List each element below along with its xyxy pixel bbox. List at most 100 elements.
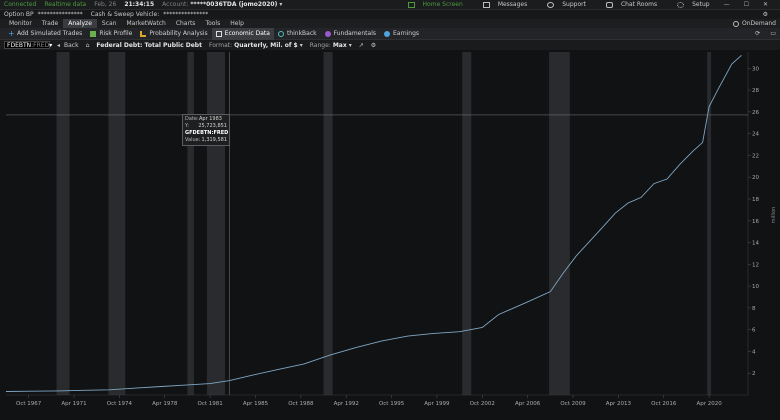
symbol-value: FDEBTN bbox=[7, 41, 32, 49]
series-title-text: Federal Debt: Total Public Debt bbox=[96, 41, 202, 49]
range-value: Max bbox=[332, 41, 347, 49]
ondemand-icon bbox=[733, 20, 740, 27]
messages-button[interactable]: Messages bbox=[482, 1, 535, 8]
home-icon: ⌂ bbox=[85, 41, 90, 49]
support-button[interactable]: Support bbox=[547, 1, 594, 8]
subtab-earnings[interactable]: Earnings bbox=[380, 28, 423, 40]
back-arrow-icon: ◂ bbox=[57, 41, 61, 49]
fundamentals-icon bbox=[324, 30, 331, 37]
subtab-label: Add Simulated Trades bbox=[17, 30, 83, 37]
home-screen-icon bbox=[407, 1, 415, 8]
data-tooltip: Date: Apr 1983 Y: 25,723,851 GFDEBTN:FRED … bbox=[182, 114, 230, 146]
subtab-economic-data[interactable]: Economic Data bbox=[211, 27, 274, 40]
subtab-label: thinkBack bbox=[286, 30, 317, 37]
x-tick-label: Oct 2009 bbox=[560, 401, 586, 407]
close-icon[interactable]: ✕ bbox=[763, 1, 768, 8]
format-dropdown-icon: ▾ bbox=[299, 41, 303, 49]
chat-rooms-label: Chat Rooms bbox=[620, 1, 658, 8]
range-label: Range: bbox=[309, 41, 331, 49]
y-tick-label: 4 bbox=[752, 349, 756, 355]
x-tick-label: Oct 1988 bbox=[288, 401, 314, 407]
subtab-label: Earnings bbox=[393, 30, 420, 37]
recession-band bbox=[108, 52, 126, 395]
status-date: Feb, 26 bbox=[94, 1, 117, 8]
subtab-label: Fundamentals bbox=[333, 30, 376, 37]
tooltip-date-label: Date: bbox=[185, 116, 199, 122]
x-tick-label: Apr 2020 bbox=[696, 401, 722, 407]
y-tick-label: 28 bbox=[752, 88, 759, 94]
format-selector[interactable]: Format: Quarterly, Mil. of $ ▾ bbox=[209, 42, 303, 49]
recession-band bbox=[323, 52, 333, 395]
subtab-label: Risk Profile bbox=[99, 30, 133, 37]
account-label: Account: bbox=[162, 1, 189, 8]
symbol-suffix: :FRED bbox=[31, 41, 50, 49]
back-label: Back bbox=[64, 41, 79, 49]
bank-icon bbox=[215, 30, 222, 37]
home-screen-button[interactable]: Home Screen bbox=[407, 1, 471, 8]
subtab-risk-profile[interactable]: Risk Profile bbox=[86, 28, 136, 40]
range-selector[interactable]: Range: Max ▾ bbox=[310, 42, 352, 49]
subtab-label: Economic Data bbox=[224, 30, 270, 37]
share-button[interactable]: ↗ bbox=[359, 42, 364, 49]
y-tick-label: 16 bbox=[752, 219, 759, 225]
analyze-subtabs: + Add Simulated Trades Risk Profile Prob… bbox=[0, 27, 780, 40]
panel-icon[interactable]: ▭ bbox=[770, 30, 776, 37]
subtab-fundamentals[interactable]: Fundamentals bbox=[321, 28, 380, 40]
x-tick-label: Oct 1981 bbox=[197, 401, 222, 407]
subtab-add-simulated-trades[interactable]: + Add Simulated Trades bbox=[4, 28, 86, 40]
x-tick-label: Oct 2002 bbox=[470, 401, 495, 407]
symbol-input[interactable]: FDEBTN:FRED ▾ bbox=[4, 41, 52, 49]
x-tick-label: Apr 1992 bbox=[334, 401, 359, 407]
tooltip-value-label: Value: bbox=[185, 137, 201, 143]
risk-profile-icon bbox=[90, 30, 97, 37]
symbol-dropdown-icon[interactable]: ▾ bbox=[49, 42, 52, 49]
lightbulb-icon bbox=[384, 30, 390, 37]
x-tick-label: Apr 2006 bbox=[515, 401, 541, 407]
option-bp-value: *************** bbox=[37, 11, 83, 18]
minimize-icon[interactable]: — bbox=[724, 1, 730, 8]
home-button[interactable]: ⌂ bbox=[86, 42, 90, 49]
back-button[interactable]: ◂ Back bbox=[57, 42, 79, 49]
recession-band bbox=[549, 52, 570, 395]
subtab-thinkback[interactable]: thinkBack bbox=[274, 28, 321, 40]
account-bar: Option BP *************** Cash & Sweep V… bbox=[0, 10, 780, 19]
x-tick-label: Apr 1971 bbox=[61, 401, 86, 407]
refresh-icon[interactable]: ⟳ bbox=[755, 30, 760, 37]
home-screen-label: Home Screen bbox=[422, 1, 463, 8]
setup-gear-icon bbox=[677, 1, 685, 8]
chat-rooms-button[interactable]: Chat Rooms bbox=[605, 1, 665, 8]
tooltip-value-value: 1,319,581 bbox=[201, 137, 227, 143]
tooltip-y-value: 25,723,851 bbox=[198, 123, 227, 129]
ondemand-button[interactable]: OnDemand bbox=[733, 20, 776, 27]
connection-status: Connected bbox=[4, 1, 37, 8]
x-tick-label: Apr 1978 bbox=[152, 401, 178, 407]
series-title: Federal Debt: Total Public Debt bbox=[96, 42, 202, 49]
x-tick-label: Oct 2016 bbox=[651, 401, 677, 407]
account-settings-icon[interactable]: ⚙ bbox=[763, 11, 768, 18]
y-tick-label: 10 bbox=[752, 284, 759, 290]
tooltip-series-name: GFDEBTN:FRED bbox=[185, 130, 229, 136]
realtime-status: Realtime data bbox=[44, 1, 87, 8]
tooltip-y-label: Y: bbox=[185, 123, 190, 129]
ondemand-label: OnDemand bbox=[742, 20, 776, 27]
y-tick-label: 6 bbox=[752, 328, 756, 334]
x-tick-label: Apr 1985 bbox=[243, 401, 269, 407]
account-dropdown-icon[interactable]: ▾ bbox=[279, 1, 282, 8]
account-selector[interactable]: *****0036TDA (jomo2020) bbox=[190, 1, 277, 8]
y-tick-label: 30 bbox=[752, 66, 759, 72]
cash-value: *************** bbox=[163, 11, 209, 18]
chart-toolbar: FDEBTN:FRED ▾ ◂ Back ⌂ Federal Debt: Tot… bbox=[0, 40, 780, 50]
x-tick-label: Oct 1974 bbox=[107, 401, 133, 407]
chart-settings-button[interactable]: ⚙ bbox=[371, 42, 376, 49]
y-tick-label: 8 bbox=[752, 306, 756, 312]
format-label: Format: bbox=[208, 41, 233, 49]
chat-icon bbox=[605, 1, 613, 8]
maximize-icon[interactable]: ☐ bbox=[744, 1, 749, 8]
debt-chart[interactable]: Oct 1967 Apr 1971 Oct 1974 Apr 1978 Oct 1981… bbox=[0, 50, 780, 420]
x-tick-label: Oct 1995 bbox=[379, 401, 405, 407]
y-tick-label: 24 bbox=[752, 132, 759, 138]
subtab-probability-analysis[interactable]: Probability Analysis bbox=[136, 28, 211, 40]
y-tick-label: 22 bbox=[752, 153, 759, 159]
mail-icon bbox=[482, 1, 490, 8]
setup-button[interactable]: Setup bbox=[677, 1, 717, 8]
